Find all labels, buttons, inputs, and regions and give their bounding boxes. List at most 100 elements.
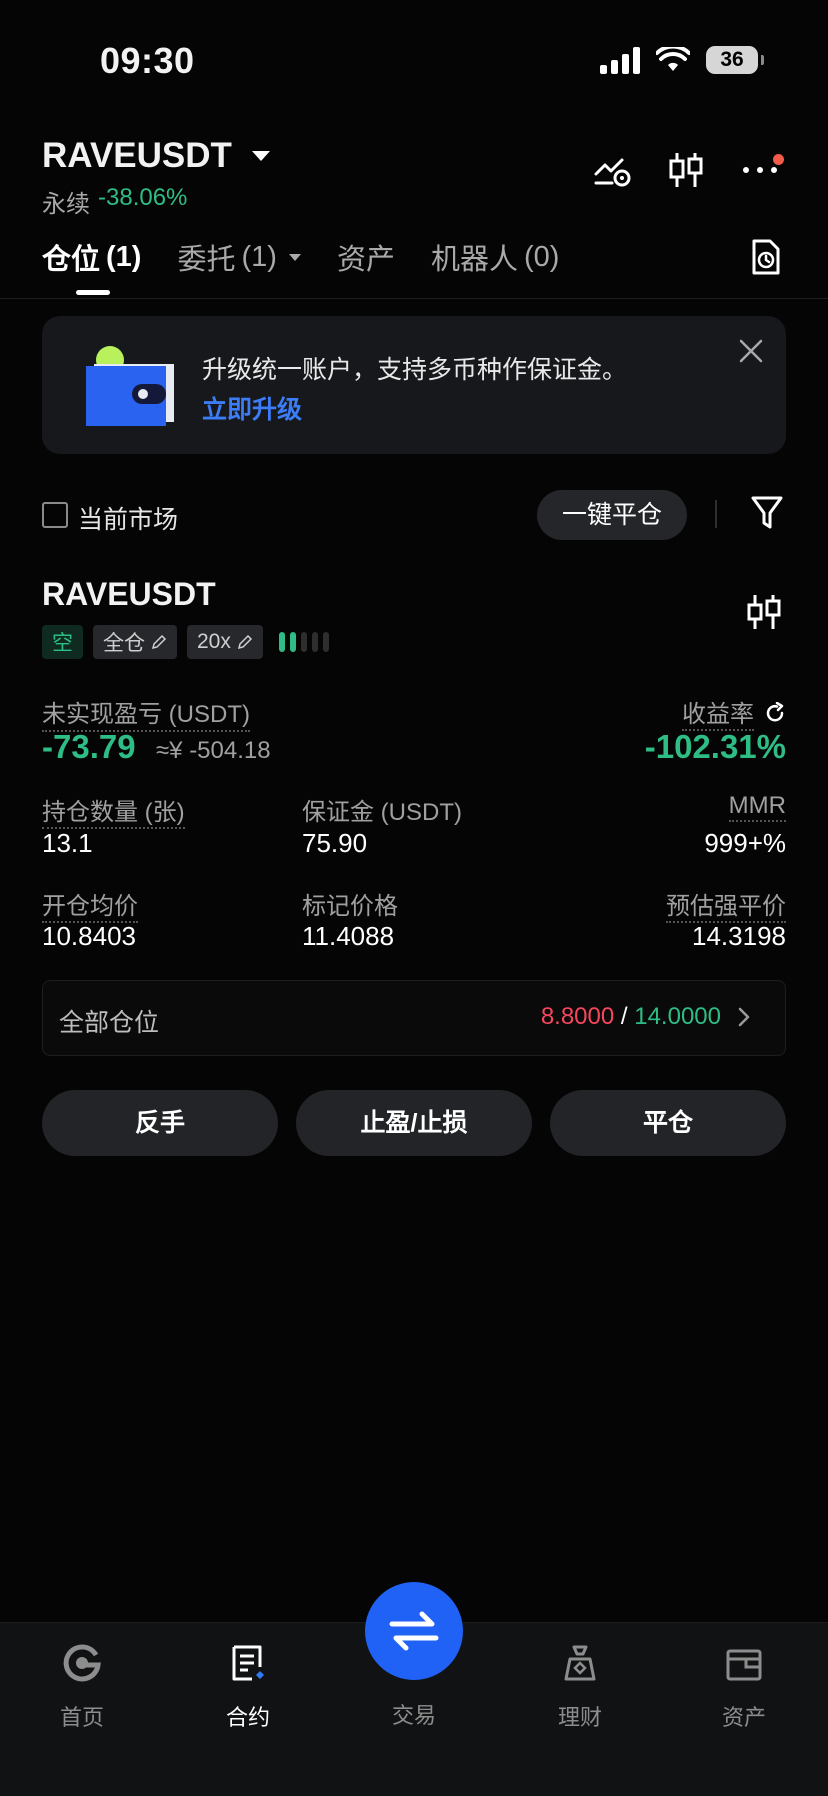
contract-type: 永续	[42, 191, 90, 218]
nav-futures[interactable]: 合约	[188, 1643, 308, 1732]
tab-orders-label: 委托	[177, 244, 236, 276]
symbol-selector[interactable]: RAVEUSDT	[42, 136, 270, 176]
tab-orders-count: (1)	[241, 240, 277, 273]
cellular-signal-icon	[600, 46, 640, 74]
tab-bots-label: 机器人	[430, 244, 518, 276]
entry-price-label: 开仓均价	[42, 886, 138, 923]
edit-pencil-icon	[237, 634, 252, 650]
position-symbol[interactable]: RAVEUSDT	[42, 576, 216, 613]
header-actions	[592, 150, 784, 190]
battery-indicator: 36	[706, 46, 764, 74]
trade-button[interactable]	[365, 1582, 463, 1680]
banner-text: 升级统一账户，支持多币种作保证金。	[202, 356, 628, 384]
status-icons: 36	[600, 46, 764, 74]
earn-bag-icon	[564, 1645, 596, 1681]
tab-assets[interactable]: 资产	[337, 236, 395, 278]
margin-mode-label: 全仓	[103, 632, 145, 655]
unrealized-pnl-cny: ≈¥ -504.18	[156, 737, 271, 764]
tab-positions[interactable]: 仓位 (1)	[42, 236, 141, 278]
divider	[715, 500, 717, 528]
chart-button[interactable]	[666, 150, 706, 190]
banner-close-button[interactable]	[738, 338, 764, 369]
tab-positions-label: 仓位	[42, 244, 101, 276]
close-position-button[interactable]: 平仓	[550, 1090, 786, 1156]
wallet-icon	[726, 1649, 762, 1681]
position-qty-label: 持仓数量 (张)	[42, 792, 185, 829]
entry-price-value: 10.8403	[42, 921, 136, 951]
roi-label-group[interactable]: 收益率	[682, 694, 786, 731]
nav-earn[interactable]: 理财	[520, 1643, 640, 1732]
candlestick-icon	[747, 595, 781, 629]
nav-futures-label: 合约	[225, 1705, 270, 1730]
wallet-illustration-icon	[86, 346, 174, 426]
symbol-title: RAVEUSDT	[42, 136, 232, 175]
all-positions-red-value: 8.8000	[540, 1003, 615, 1030]
history-button[interactable]	[750, 238, 782, 281]
nav-trade-label: 交易	[391, 1703, 436, 1728]
more-button[interactable]	[740, 150, 784, 190]
tab-bots-count: (0)	[523, 240, 560, 273]
unrealized-pnl-value: -73.79	[42, 728, 136, 765]
all-positions-row[interactable]: 全部仓位 8.8000 / 14.0000	[42, 980, 786, 1056]
upgrade-banner[interactable]: 升级统一账户，支持多币种作保证金。 立即升级	[42, 316, 786, 454]
roi-label: 收益率	[682, 694, 754, 731]
adl-indicator	[278, 632, 329, 652]
mmr-value: 999+%	[704, 828, 786, 858]
wifi-icon	[656, 47, 690, 71]
tab-bar: 仓位 (1) 委托 (1) 资产 机器人 (0)	[42, 236, 559, 278]
upgrade-now-link[interactable]: 立即升级	[202, 390, 302, 426]
tab-positions-count: (1)	[106, 240, 142, 273]
all-positions-separator: /	[620, 1003, 628, 1030]
status-time: 09:30	[100, 40, 195, 81]
side-tag: 空	[42, 625, 83, 659]
current-market-label: 当前市场	[78, 506, 179, 534]
nav-home[interactable]: 首页	[22, 1643, 142, 1732]
roi-value: -102.31%	[644, 728, 786, 765]
tab-orders[interactable]: 委托 (1)	[177, 236, 301, 278]
nav-assets[interactable]: 资产	[684, 1643, 804, 1732]
nav-home-label: 首页	[59, 1705, 104, 1730]
position-qty-value: 13.1	[42, 828, 93, 858]
chevron-down-icon	[251, 151, 270, 161]
reverse-button[interactable]: 反手	[42, 1090, 278, 1156]
position-tags: 空 全仓 20x	[42, 625, 329, 659]
more-dots-icon	[743, 167, 777, 173]
tp-sl-button[interactable]: 止盈/止损	[296, 1090, 532, 1156]
filter-funnel-icon	[751, 496, 783, 529]
mark-price-value: 11.4088	[302, 921, 395, 951]
close-all-button[interactable]: 一键平仓	[537, 490, 687, 540]
edit-pencil-icon	[151, 634, 167, 650]
nav-assets-label: 资产	[721, 1705, 766, 1730]
price-alert-button[interactable]	[592, 150, 632, 190]
all-positions-green-value: 14.0000	[634, 1003, 721, 1030]
notification-dot	[773, 154, 784, 165]
tab-bots[interactable]: 机器人 (0)	[431, 236, 559, 278]
home-logo-icon	[63, 1644, 101, 1682]
trend-alert-icon	[594, 158, 631, 187]
liq-price-value: 14.3198	[692, 921, 786, 951]
tab-assets-label: 资产	[336, 244, 395, 276]
margin-mode-tag[interactable]: 全仓	[93, 625, 177, 659]
filter-button[interactable]	[750, 494, 784, 537]
liq-price-label: 预估强平价	[666, 886, 786, 923]
futures-positions-screen: 09:30 36 RAVEUSDT 永续 -38.06% 仓位 (1) 委托 (…	[0, 0, 828, 1796]
close-icon	[739, 339, 763, 363]
share-refresh-icon	[766, 701, 784, 721]
chevron-right-icon	[737, 1006, 751, 1033]
symbol-subtitle: 永续 -38.06%	[42, 184, 187, 219]
leverage-label: 20x	[197, 630, 231, 653]
leverage-tag[interactable]: 20x	[187, 625, 263, 659]
position-chart-button[interactable]	[746, 592, 782, 637]
tab-divider	[0, 298, 828, 299]
candlestick-icon	[669, 153, 703, 187]
all-positions-label: 全部仓位	[59, 1009, 160, 1037]
futures-document-icon	[232, 1645, 264, 1681]
current-market-checkbox[interactable]	[42, 502, 68, 528]
mmr-label: MMR	[728, 792, 786, 822]
active-tab-indicator	[76, 290, 110, 295]
margin-label: 保证金 (USDT)	[302, 799, 462, 826]
margin-value: 75.90	[302, 828, 368, 858]
chevron-down-icon	[288, 253, 301, 261]
nav-earn-label: 理财	[557, 1705, 602, 1730]
swap-arrows-icon	[389, 1611, 439, 1651]
